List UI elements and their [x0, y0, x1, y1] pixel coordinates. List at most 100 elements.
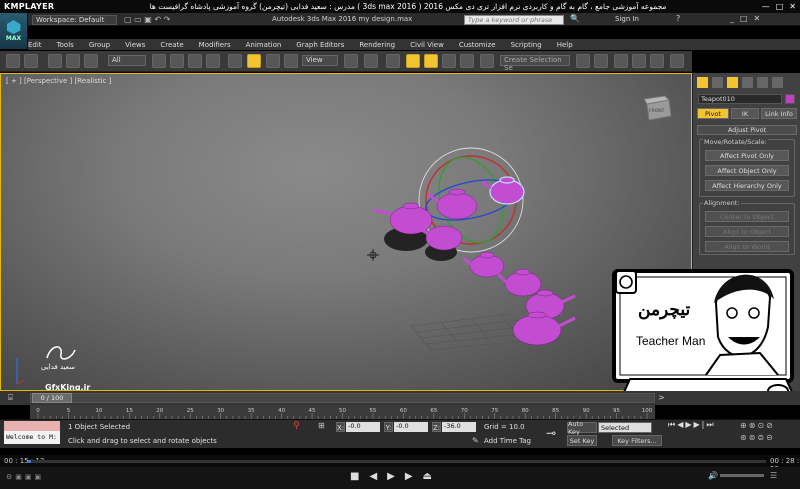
menu-graph-editors[interactable]: Graph Editors	[296, 41, 344, 49]
affect-pivot-only-button[interactable]: Affect Pivot Only	[705, 150, 789, 161]
maxscript-listener-input[interactable]: Welcome to M:	[4, 431, 60, 444]
key-mode-dropdown[interactable]: Selected	[598, 422, 652, 433]
maximize-button[interactable]: □	[776, 2, 784, 11]
move-icon[interactable]	[228, 54, 242, 68]
menu-edit[interactable]: Edit	[28, 41, 42, 49]
angle-snap-icon[interactable]	[424, 54, 438, 68]
scale-icon[interactable]	[266, 54, 280, 68]
search-icon[interactable]: 🔍	[570, 14, 580, 23]
set-key-button[interactable]: Set Key	[567, 435, 597, 446]
modify-tab-icon[interactable]	[712, 77, 723, 88]
keyboard-shortcut-icon[interactable]	[386, 54, 400, 68]
snaps-toggle-icon[interactable]	[406, 54, 420, 68]
pivot-center-icon[interactable]	[344, 54, 358, 68]
curve-editor-icon[interactable]	[632, 54, 646, 68]
close-button[interactable]: ✕	[789, 2, 796, 11]
adjust-pivot-rollout[interactable]: Adjust Pivot	[697, 125, 797, 135]
menu-animation[interactable]: Animation	[246, 41, 282, 49]
window-crossing-icon[interactable]	[206, 54, 220, 68]
tab-pivot[interactable]: Pivot	[697, 108, 729, 119]
affect-hierarchy-only-button[interactable]: Affect Hierarchy Only	[705, 180, 789, 191]
player-left-tools[interactable]: ⚙▣▣▣	[6, 473, 44, 481]
undo-icon[interactable]: ↶	[154, 15, 161, 24]
maxscript-listener-output[interactable]	[4, 421, 60, 431]
menu-civil-view[interactable]: Civil View	[410, 41, 444, 49]
absolute-mode-icon[interactable]: ⊞	[318, 421, 325, 430]
display-tab-icon[interactable]	[757, 77, 768, 88]
align-icon[interactable]	[594, 54, 608, 68]
next-frame-icon[interactable]: >	[658, 393, 665, 402]
hierarchy-tab-icon[interactable]	[727, 77, 738, 88]
rotate-icon[interactable]	[247, 54, 261, 68]
center-to-object-button[interactable]: Center to Object	[705, 211, 789, 222]
mirror-icon[interactable]	[576, 54, 590, 68]
select-manipulate-icon[interactable]	[364, 54, 378, 68]
sign-in-link[interactable]: Sign In	[615, 15, 639, 23]
menu-tools[interactable]: Tools	[57, 41, 74, 49]
y-coordinate-field[interactable]: -0.0	[394, 422, 428, 432]
key-filters-button[interactable]: Key Filters...	[612, 435, 662, 446]
player-transport[interactable]: ■◀▶▶⏏	[350, 471, 442, 482]
new-icon[interactable]: ▢	[124, 15, 132, 24]
select-by-name-icon[interactable]	[170, 54, 184, 68]
viewport-navigation-icons[interactable]: ⊕⊗⊙⊘ ⊛⊚⊜⊝	[740, 420, 796, 446]
create-tab-icon[interactable]	[697, 77, 708, 88]
bind-space-warp-icon[interactable]	[84, 54, 98, 68]
menu-create[interactable]: Create	[160, 41, 183, 49]
mini-curve-editor-icon[interactable]: ⌸	[8, 393, 22, 403]
utilities-tab-icon[interactable]	[772, 77, 783, 88]
select-object-icon[interactable]	[152, 54, 166, 68]
spinner-snap-icon[interactable]	[460, 54, 474, 68]
add-time-tag[interactable]: Add Time Tag	[484, 437, 531, 445]
object-name-field[interactable]: Teapot010	[698, 94, 782, 104]
redo-icon[interactable]	[24, 54, 38, 68]
z-coordinate-field[interactable]: -36.0	[442, 422, 476, 432]
lock-selection-icon[interactable]: ⚲	[293, 421, 300, 431]
align-to-world-button[interactable]: Align to World	[705, 241, 789, 252]
named-selection-dropdown[interactable]: Create Selection Se	[500, 55, 570, 72]
unlink-icon[interactable]	[66, 54, 80, 68]
save-icon[interactable]: ▣	[144, 15, 152, 24]
object-color-swatch[interactable]	[785, 94, 795, 104]
reference-coord-dropdown[interactable]: View	[302, 55, 338, 66]
menu-views[interactable]: Views	[125, 41, 145, 49]
tab-ik[interactable]: IK	[731, 108, 759, 119]
time-slider-thumb[interactable]: 0 / 100	[32, 393, 72, 403]
auto-key-button[interactable]: Auto Key	[567, 420, 597, 436]
set-key-icon[interactable]: ⊸	[546, 426, 556, 440]
link-icon[interactable]	[48, 54, 62, 68]
percent-snap-icon[interactable]	[442, 54, 456, 68]
affect-object-only-button[interactable]: Affect Object Only	[705, 165, 789, 176]
menu-modifiers[interactable]: Modifiers	[199, 41, 231, 49]
placement-icon[interactable]	[284, 54, 298, 68]
application-button[interactable]: MAX	[0, 13, 28, 49]
player-seekbar[interactable]	[28, 460, 766, 463]
menu-customize[interactable]: Customize	[459, 41, 496, 49]
help-icon[interactable]: ?	[676, 14, 680, 23]
menu-rendering[interactable]: Rendering	[359, 41, 395, 49]
max-window-controls[interactable]: _□✕	[730, 14, 766, 23]
player-menu-icon[interactable]: ☰	[770, 471, 777, 480]
menu-group[interactable]: Group	[89, 41, 110, 49]
time-slider-track[interactable]	[30, 393, 655, 403]
edit-named-selection-icon[interactable]	[480, 54, 494, 68]
selection-filter-dropdown[interactable]: All	[108, 55, 146, 66]
material-editor-icon[interactable]	[650, 54, 664, 68]
volume-icon[interactable]: 🔊	[708, 471, 718, 480]
menu-scripting[interactable]: Scripting	[511, 41, 542, 49]
layer-explorer-icon[interactable]	[614, 54, 628, 68]
undo-icon[interactable]	[6, 54, 20, 68]
playback-controls[interactable]: ⏮◀▶▶|⏭	[668, 420, 716, 430]
menu-help[interactable]: Help	[557, 41, 573, 49]
track-bar[interactable]: 0 5 10 15 20 25 30 35 40 45 50 55 60 65 70 75 80 85 90 95 10…	[30, 405, 655, 419]
render-icon[interactable]	[670, 54, 684, 68]
redo-icon[interactable]: ↷	[164, 15, 171, 24]
align-to-object-button[interactable]: Align to Object	[705, 226, 789, 237]
open-icon[interactable]: ▭	[134, 15, 142, 24]
x-coordinate-field[interactable]: -0.0	[346, 422, 380, 432]
motion-tab-icon[interactable]	[742, 77, 753, 88]
perspective-viewport[interactable]: [ + ] [Perspective ] [Realistic ] FRONT	[0, 73, 692, 391]
minimize-button[interactable]: —	[762, 2, 770, 11]
tab-link-info[interactable]: Link Info	[761, 108, 797, 119]
search-input[interactable]: Type a keyword or phrase	[464, 15, 564, 25]
